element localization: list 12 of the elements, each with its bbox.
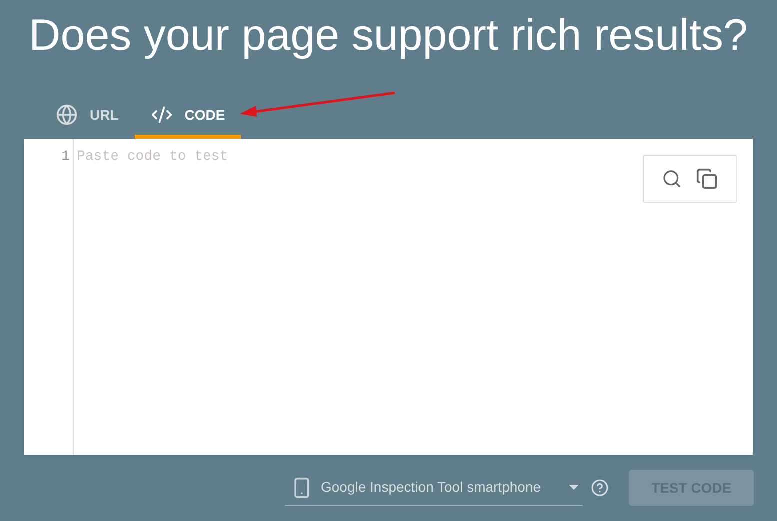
code-editor[interactable]: 1 Paste code to test <box>24 139 753 455</box>
code-input-field[interactable]: Paste code to test <box>74 139 753 455</box>
page-heading: Does your page support rich results? <box>28 10 748 62</box>
globe-icon <box>56 104 78 126</box>
search-icon[interactable] <box>662 169 682 189</box>
line-number: 1 <box>62 149 70 167</box>
copy-icon[interactable] <box>696 168 718 190</box>
tab[interactable]: URL <box>40 95 135 139</box>
help-icon[interactable] <box>591 479 609 497</box>
device-select[interactable]: Google Inspection Tool smartphone <box>285 470 583 506</box>
code-icon <box>150 104 173 126</box>
dropdown-caret-icon <box>569 485 579 490</box>
